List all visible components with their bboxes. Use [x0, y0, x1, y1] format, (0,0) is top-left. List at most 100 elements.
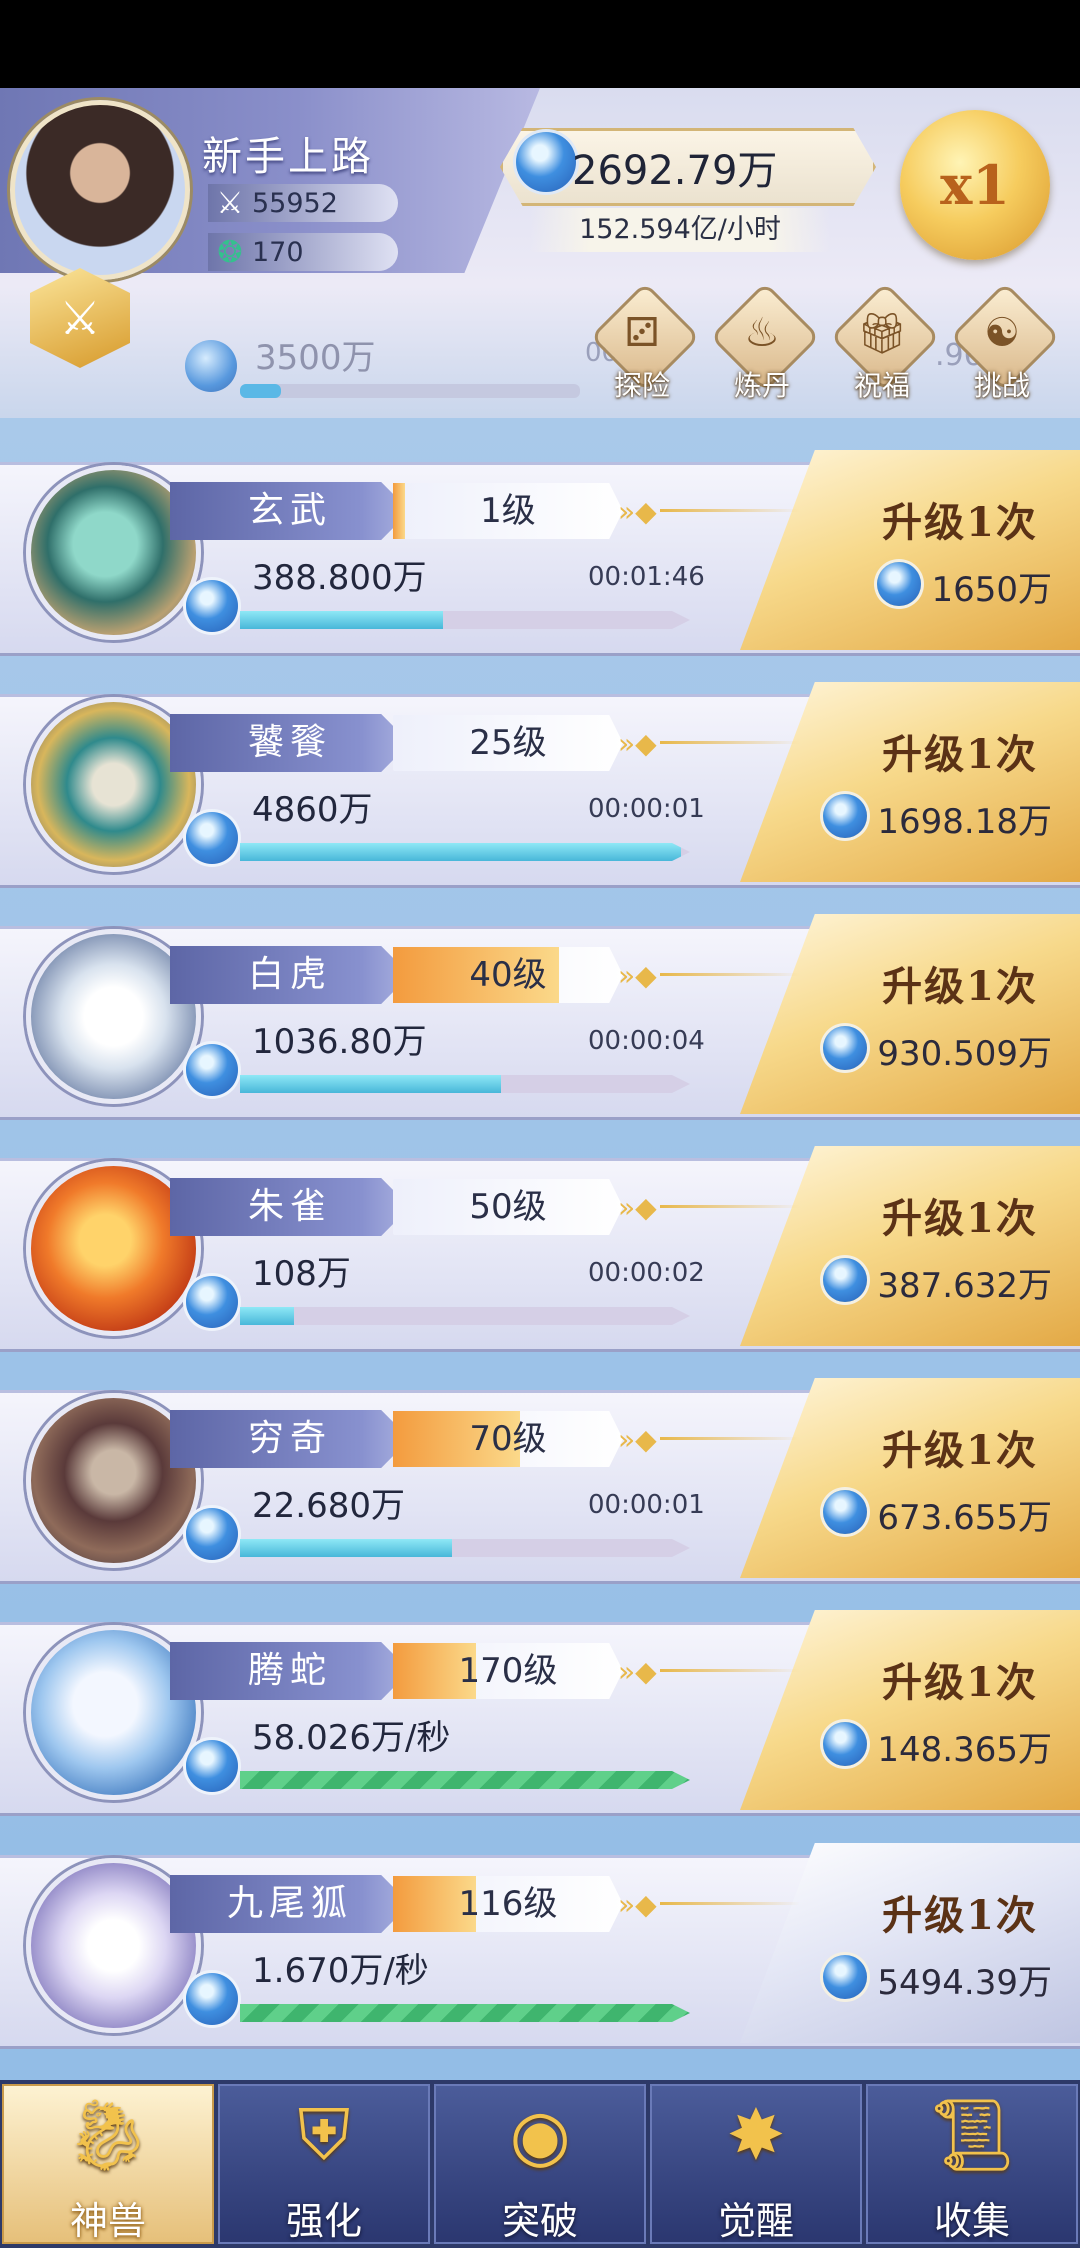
beast-level: 170级 [458, 1651, 558, 1691]
level-line [660, 741, 800, 744]
level-line [660, 1902, 800, 1905]
challenge-button[interactable]: ☯ 挑战 [949, 281, 1061, 408]
upgrade-cost: 673.655万 [877, 1498, 1052, 1538]
tab-label: 神兽 [69, 2199, 146, 2243]
progress-fill [240, 1307, 294, 1325]
coin-balance: 2692.79万 [572, 148, 778, 194]
alchemy-label: 炼丹 [733, 369, 790, 402]
challenge-icon: ☯ [984, 310, 1020, 356]
alchemy-button[interactable]: ♨ 炼丹 [709, 281, 821, 408]
upgrade-label: 升级1次 [882, 1195, 1038, 1242]
coin-icon [186, 1740, 238, 1792]
beast-level: 1级 [480, 491, 536, 531]
cauldron-icon: ♨ [744, 310, 780, 356]
challenge-label: 挑战 [973, 369, 1030, 402]
beast-output: 388.800万 [252, 558, 427, 598]
obscured-beast-row: 3500万 00:0 .96 ⚂ 探险 ♨ 炼丹 🎁︎ 祝福 ☯ 挑战 [0, 281, 1080, 408]
beast-name: 穷奇 [170, 1410, 410, 1468]
income-rate: 152.594亿/小时 [530, 208, 830, 252]
beast-output: 4860万 [252, 790, 373, 830]
adventure-button[interactable]: ⚂ 探险 [589, 281, 701, 408]
jade-icon: ❂ [217, 234, 243, 270]
upgrade-label: 升级1次 [882, 499, 1038, 546]
beast-name: 朱雀 [170, 1178, 410, 1236]
progress-fill [240, 1539, 452, 1557]
double-arrow-icon: »◆ [618, 1423, 657, 1456]
blessing-label: 祝福 [853, 369, 910, 402]
production-progress [240, 1075, 690, 1093]
beast-output: 1.670万/秒 [252, 1951, 429, 1991]
level-box: 25级 [393, 715, 623, 771]
coin-icon [186, 1508, 238, 1560]
power-stat: ⚔ 55952 [208, 184, 398, 222]
production-progress [240, 843, 690, 861]
tab-label: 觉醒 [717, 2199, 794, 2243]
flame-orb-icon: ◉ [509, 2094, 571, 2176]
progress-fill [240, 1771, 690, 1789]
tab-beasts[interactable]: 🐉︎ 神兽 [2, 2084, 214, 2244]
coin-icon [186, 812, 238, 864]
cycle-timer: 00:01:46 [588, 562, 705, 592]
beast-name: 玄武 [170, 482, 410, 540]
beast-card-taotie: 升级1次 饕餮 25级 »◆ 4860万 00:00:01 1698.18万 [0, 682, 1080, 888]
tab-collect[interactable]: 📜︎ 收集 [866, 2084, 1078, 2244]
level-box: 116级 [393, 1876, 623, 1932]
level-line [660, 973, 800, 976]
tab-awaken[interactable]: ✸ 觉醒 [650, 2084, 862, 2244]
dice-icon: ⚂ [624, 310, 660, 356]
beast-name: 九尾狐 [170, 1875, 410, 1933]
upgrade-label: 升级1次 [882, 1427, 1038, 1474]
beast-level: 40级 [469, 955, 547, 995]
beast-name: 饕餮 [170, 714, 410, 772]
player-name: 新手上路 [202, 134, 374, 180]
qilin-icon: 🐉︎ [63, 2094, 153, 2176]
progress-fill [240, 2004, 690, 2022]
coin-icon [185, 340, 237, 392]
tab-strengthen[interactable]: ⛨ 强化 [218, 2084, 430, 2244]
upgrade-cost: 5494.39万 [877, 1963, 1052, 2003]
coin-icon [186, 1044, 238, 1096]
double-arrow-icon: »◆ [618, 1655, 657, 1688]
upgrade-label: 升级1次 [882, 963, 1038, 1010]
crossed-swords-icon: ⚔ [216, 185, 244, 221]
level-box: 170级 [393, 1643, 623, 1699]
blessing-button[interactable]: 🎁︎ 祝福 [829, 281, 941, 408]
adventure-label: 探险 [613, 369, 670, 402]
helmet-icon: ⛨ [297, 2094, 351, 2176]
level-box: 40级 [393, 947, 623, 1003]
level-box: 70级 [393, 1411, 623, 1467]
avatar[interactable] [10, 100, 190, 280]
gift-icon: 🎁︎ [856, 311, 908, 357]
tab-label: 强化 [285, 2199, 362, 2243]
cycle-timer: 00:00:02 [588, 1258, 705, 1288]
progress-fill [240, 1075, 501, 1093]
beast-output: 58.026万/秒 [252, 1718, 451, 1758]
player-header: ⚔ 新手上路 ⚔ 55952 ❂ 170 2692.79万 152.594亿/小… [0, 88, 1080, 418]
coin-icon [186, 580, 238, 632]
tab-label: 突破 [501, 2199, 578, 2243]
beast-card-jiuweihu: 升级1次 九尾狐 116级 »◆ 1.670万/秒 5494.39万 [0, 1843, 1080, 2049]
production-progress [240, 611, 690, 629]
double-arrow-icon: »◆ [618, 727, 657, 760]
upgrade-cost: 1650万 [931, 570, 1052, 610]
upgrade-cost: 1698.18万 [877, 802, 1052, 842]
beast-level: 70级 [469, 1419, 547, 1459]
jade-stat: ❂ 170 [208, 233, 398, 271]
tab-breakthrough[interactable]: ◉ 突破 [434, 2084, 646, 2244]
level-line [660, 1669, 800, 1672]
speed-multiplier-button[interactable]: x1 [900, 110, 1050, 260]
power-value: 55952 [252, 187, 338, 219]
scroll-icon: 📜︎ [927, 2094, 1017, 2176]
production-progress [240, 1539, 690, 1557]
coin-icon [516, 132, 576, 192]
upgrade-cost: 148.365万 [877, 1730, 1052, 1770]
beast-card-baihu: 升级1次 白虎 40级 »◆ 1036.80万 00:00:04 930.509万 [0, 914, 1080, 1120]
cycle-timer: 00:00:01 [588, 1490, 705, 1520]
level-line [660, 509, 800, 512]
upgrade-label: 升级1次 [882, 1892, 1038, 1939]
production-progress [240, 1771, 690, 1789]
bottom-nav: 🐉︎ 神兽 ⛨ 强化 ◉ 突破 ✸ 觉醒 📜︎ 收集 [0, 2080, 1080, 2248]
beast-output: 1036.80万 [252, 1022, 427, 1062]
double-arrow-icon: »◆ [618, 1191, 657, 1224]
beast-level: 116级 [458, 1884, 558, 1924]
